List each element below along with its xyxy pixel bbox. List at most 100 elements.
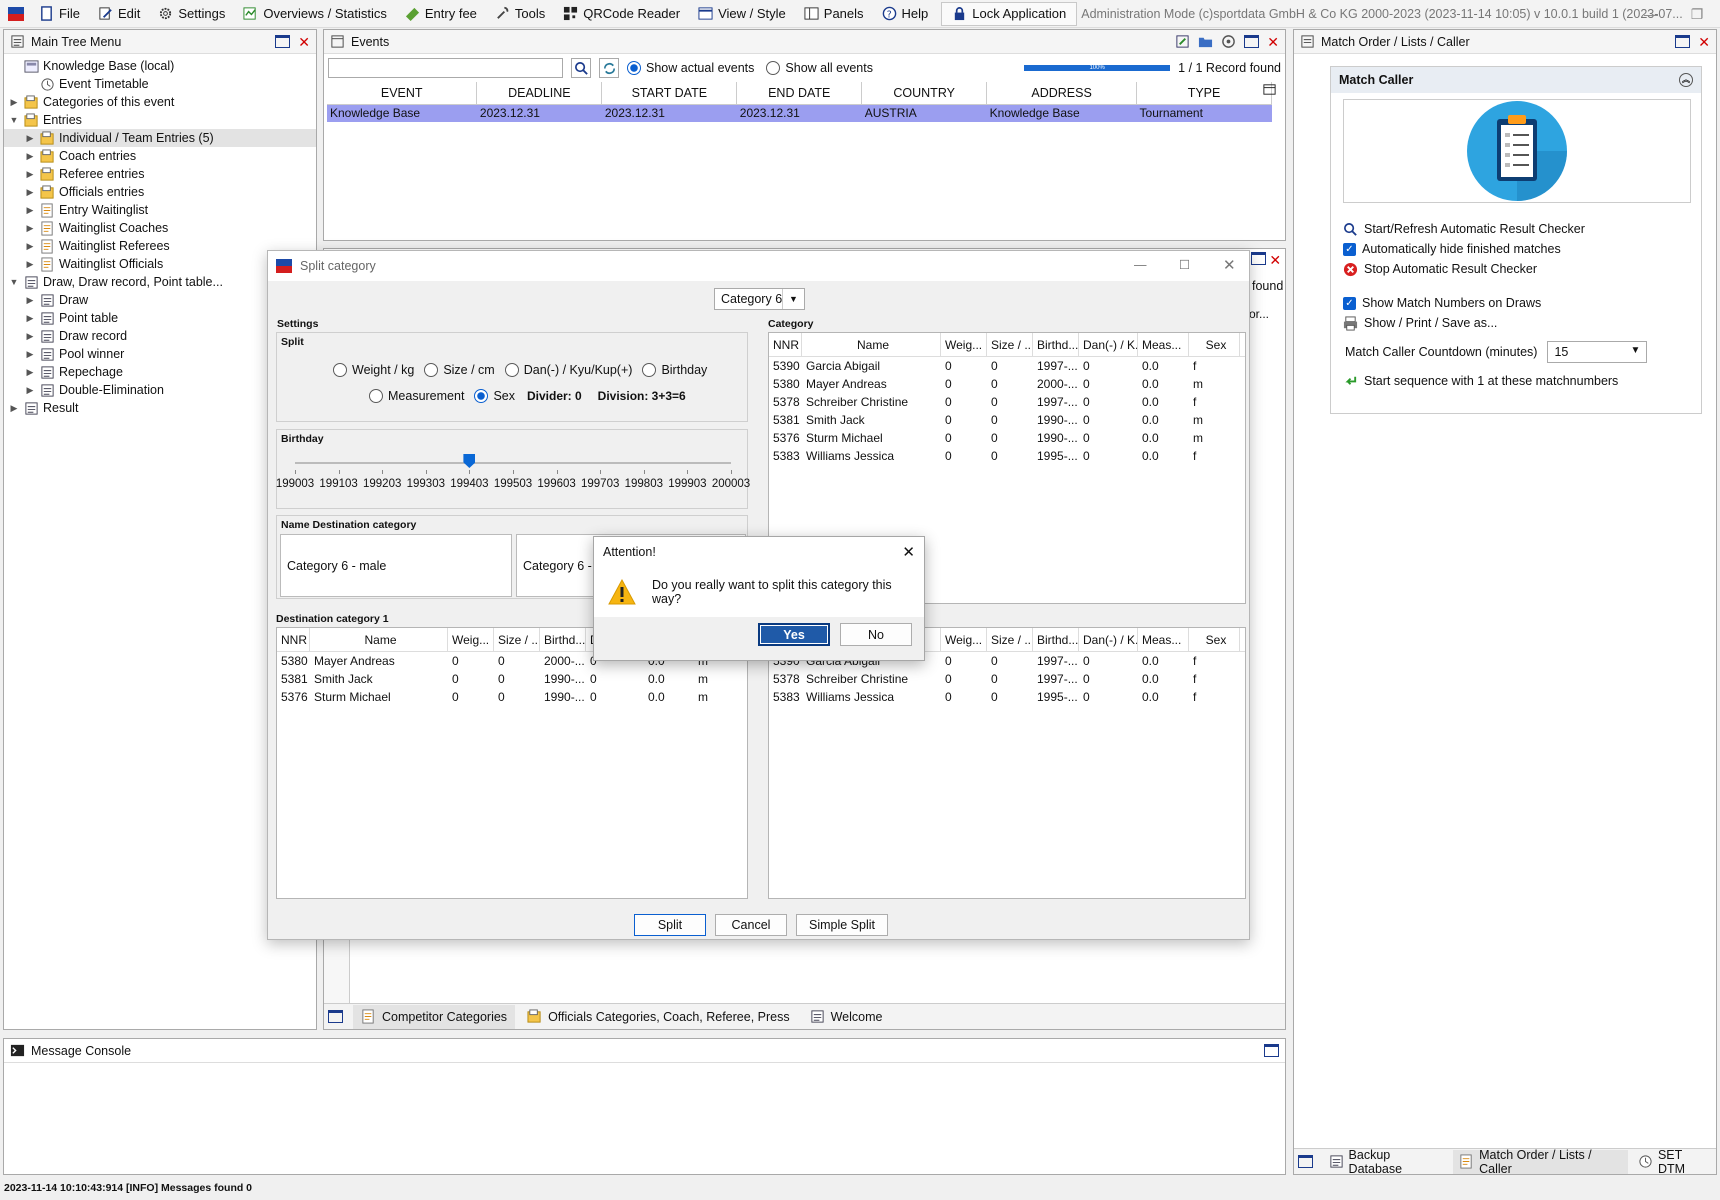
close-icon[interactable]: ✕	[298, 35, 310, 49]
maximize-icon[interactable]	[1264, 1044, 1279, 1057]
caller-item[interactable]: Start/Refresh Automatic Result Checker	[1343, 219, 1701, 239]
column-header[interactable]: Size / ...	[494, 628, 540, 651]
countdown-select[interactable]: 15 ▼	[1547, 341, 1648, 363]
column-header[interactable]: Weig...	[941, 628, 987, 651]
expand-arrow-icon[interactable]: ▶	[24, 151, 36, 162]
caller-item[interactable]: Show / Print / Save as...	[1343, 313, 1701, 333]
close-button[interactable]: ✕	[902, 543, 915, 561]
maximize-icon[interactable]	[1244, 35, 1260, 48]
column-header[interactable]: EVENT	[327, 82, 478, 105]
radio-sex[interactable]: Sex	[474, 389, 515, 403]
table-row[interactable]: 5381 Smith Jack 0 0 1990-... 0 0.0 m	[769, 411, 1245, 429]
sync-icon[interactable]	[599, 58, 619, 78]
caller-tab-1[interactable]: Match Order / Lists / Caller	[1453, 1148, 1628, 1176]
radio-weight-kg[interactable]: Weight / kg	[333, 363, 414, 377]
menu-file[interactable]: File	[30, 0, 89, 28]
column-header[interactable]: Birthd...	[1033, 628, 1079, 651]
table-row[interactable]: 5376 Sturm Michael 0 0 1990-... 0 0.0 m	[277, 688, 747, 706]
column-header[interactable]: Name	[310, 628, 448, 651]
show-actual-events-radio[interactable]: Show actual events	[627, 61, 754, 75]
tree-item[interactable]: Event Timetable	[4, 75, 316, 93]
close-icon[interactable]: ✕	[1267, 35, 1279, 49]
column-header[interactable]: NNR	[277, 628, 310, 651]
expand-arrow-icon[interactable]: ▼	[8, 115, 20, 125]
column-chooser-icon[interactable]	[1262, 82, 1277, 97]
column-header[interactable]: Dan(-) / K...	[1079, 628, 1138, 651]
lock-application-button[interactable]: Lock Application	[941, 1, 1078, 26]
tab-2[interactable]: Welcome	[802, 1005, 891, 1029]
table-row[interactable]: 5383 Williams Jessica 0 0 1995-... 0 0.0 f	[769, 688, 1245, 706]
yes-button[interactable]: Yes	[758, 623, 830, 646]
caller-tab-2[interactable]: SET DTM	[1632, 1148, 1716, 1176]
minimize-button[interactable]: —	[1134, 258, 1147, 272]
events-search-input[interactable]	[328, 58, 563, 78]
caller-item[interactable]: ✓ Show Match Numbers on Draws	[1343, 293, 1701, 313]
menu-panels[interactable]: Panels	[795, 0, 873, 28]
checkbox-icon[interactable]: ✓	[1343, 242, 1356, 256]
column-header[interactable]: START DATE	[601, 82, 738, 105]
simple-split-button[interactable]: Simple Split	[796, 914, 888, 936]
menu-entry-fee[interactable]: Entry fee	[396, 0, 486, 28]
maximize-icon[interactable]	[275, 35, 291, 48]
tree-item[interactable]: ▶ Referee entries	[4, 165, 316, 183]
expand-arrow-icon[interactable]: ▶	[24, 367, 36, 378]
tree-item[interactable]: ▼ Entries	[4, 111, 316, 129]
column-header[interactable]: Meas...	[1138, 333, 1189, 356]
close-button[interactable]: ✕	[1223, 256, 1236, 274]
expand-arrow-icon[interactable]: ▶	[8, 97, 20, 108]
table-row[interactable]: Knowledge Base 2023.12.31 2023.12.31 2023.1…	[327, 104, 1272, 122]
maximize-icon[interactable]	[1298, 1155, 1313, 1168]
caller-tab-0[interactable]: Backup Database	[1323, 1148, 1450, 1176]
close-icon[interactable]: ✕	[1698, 35, 1710, 49]
split-button[interactable]: Split	[634, 914, 706, 936]
refresh-icon[interactable]	[1221, 34, 1236, 49]
expand-arrow-icon[interactable]: ▼	[8, 277, 20, 287]
column-header[interactable]: Meas...	[1138, 628, 1189, 651]
category-select[interactable]: Category 6 ▼	[714, 288, 805, 310]
tree-item[interactable]: ▶ Waitinglist Coaches	[4, 219, 316, 237]
expand-arrow-icon[interactable]: ▶	[24, 313, 36, 324]
expand-arrow-icon[interactable]: ▶	[24, 169, 36, 180]
column-header[interactable]: COUNTRY	[861, 82, 988, 105]
table-row[interactable]: 5380 Mayer Andreas 0 0 2000-... 0 0.0 m	[769, 375, 1245, 393]
expand-arrow-icon[interactable]: ▶	[24, 241, 36, 252]
maximize-icon[interactable]	[1251, 252, 1266, 265]
no-button[interactable]: No	[840, 623, 912, 646]
menu-qrcode-reader[interactable]: QRCode Reader	[554, 0, 689, 28]
collapse-icon[interactable]: ︽	[1679, 73, 1693, 87]
maximize-icon[interactable]	[1675, 35, 1691, 48]
column-header[interactable]: Name	[802, 333, 941, 356]
checkbox-icon[interactable]: ✓	[1343, 296, 1356, 310]
menu-settings[interactable]: Settings	[149, 0, 234, 28]
table-row[interactable]: 5378 Schreiber Christine 0 0 1997-... 0 0.0 f	[769, 670, 1245, 688]
column-header[interactable]: ADDRESS	[986, 82, 1138, 105]
restore-window-button[interactable]: ❐	[1674, 0, 1720, 28]
column-header[interactable]: Birthd...	[1033, 333, 1079, 356]
menu-edit[interactable]: Edit	[89, 0, 149, 28]
expand-arrow-icon[interactable]: ▶	[24, 205, 36, 216]
table-row[interactable]: 5390 Garcia Abigail 0 0 1997-... 0 0.0 f	[769, 357, 1245, 375]
expand-arrow-icon[interactable]: ▶	[24, 385, 36, 396]
tab-0[interactable]: Competitor Categories	[353, 1004, 516, 1029]
table-row[interactable]: 5378 Schreiber Christine 0 0 1997-... 0 0.0 f	[769, 393, 1245, 411]
expand-arrow-icon[interactable]: ▶	[24, 187, 36, 198]
table-row[interactable]: 5381 Smith Jack 0 0 1990-... 0 0.0 m	[277, 670, 747, 688]
menu-view-style[interactable]: View / Style	[689, 0, 795, 28]
radio-measurement[interactable]: Measurement	[369, 389, 464, 403]
tree-item[interactable]: ▶ Coach entries	[4, 147, 316, 165]
tree-item[interactable]: ▶ Entry Waitinglist	[4, 201, 316, 219]
dest-name-1-input[interactable]: Category 6 - male	[280, 534, 512, 597]
table-row[interactable]: 5376 Sturm Michael 0 0 1990-... 0 0.0 m	[769, 429, 1245, 447]
caller-item[interactable]: ✓ Automatically hide finished matches	[1343, 239, 1701, 259]
column-header[interactable]: Sex	[1189, 628, 1240, 651]
radio-size-cm[interactable]: Size / cm	[424, 363, 495, 377]
column-header[interactable]: DEADLINE	[476, 82, 603, 105]
menu-tools[interactable]: Tools	[486, 0, 554, 28]
radio-birthday[interactable]: Birthday	[642, 363, 707, 377]
menu-help[interactable]: ? Help	[873, 0, 938, 28]
expand-arrow-icon[interactable]: ▶	[24, 133, 36, 144]
column-header[interactable]: Birthd...	[540, 628, 586, 651]
birthday-slider-track[interactable]	[295, 462, 731, 464]
caller-item[interactable]: Stop Automatic Result Checker	[1343, 259, 1701, 279]
slider-thumb[interactable]	[463, 454, 476, 468]
